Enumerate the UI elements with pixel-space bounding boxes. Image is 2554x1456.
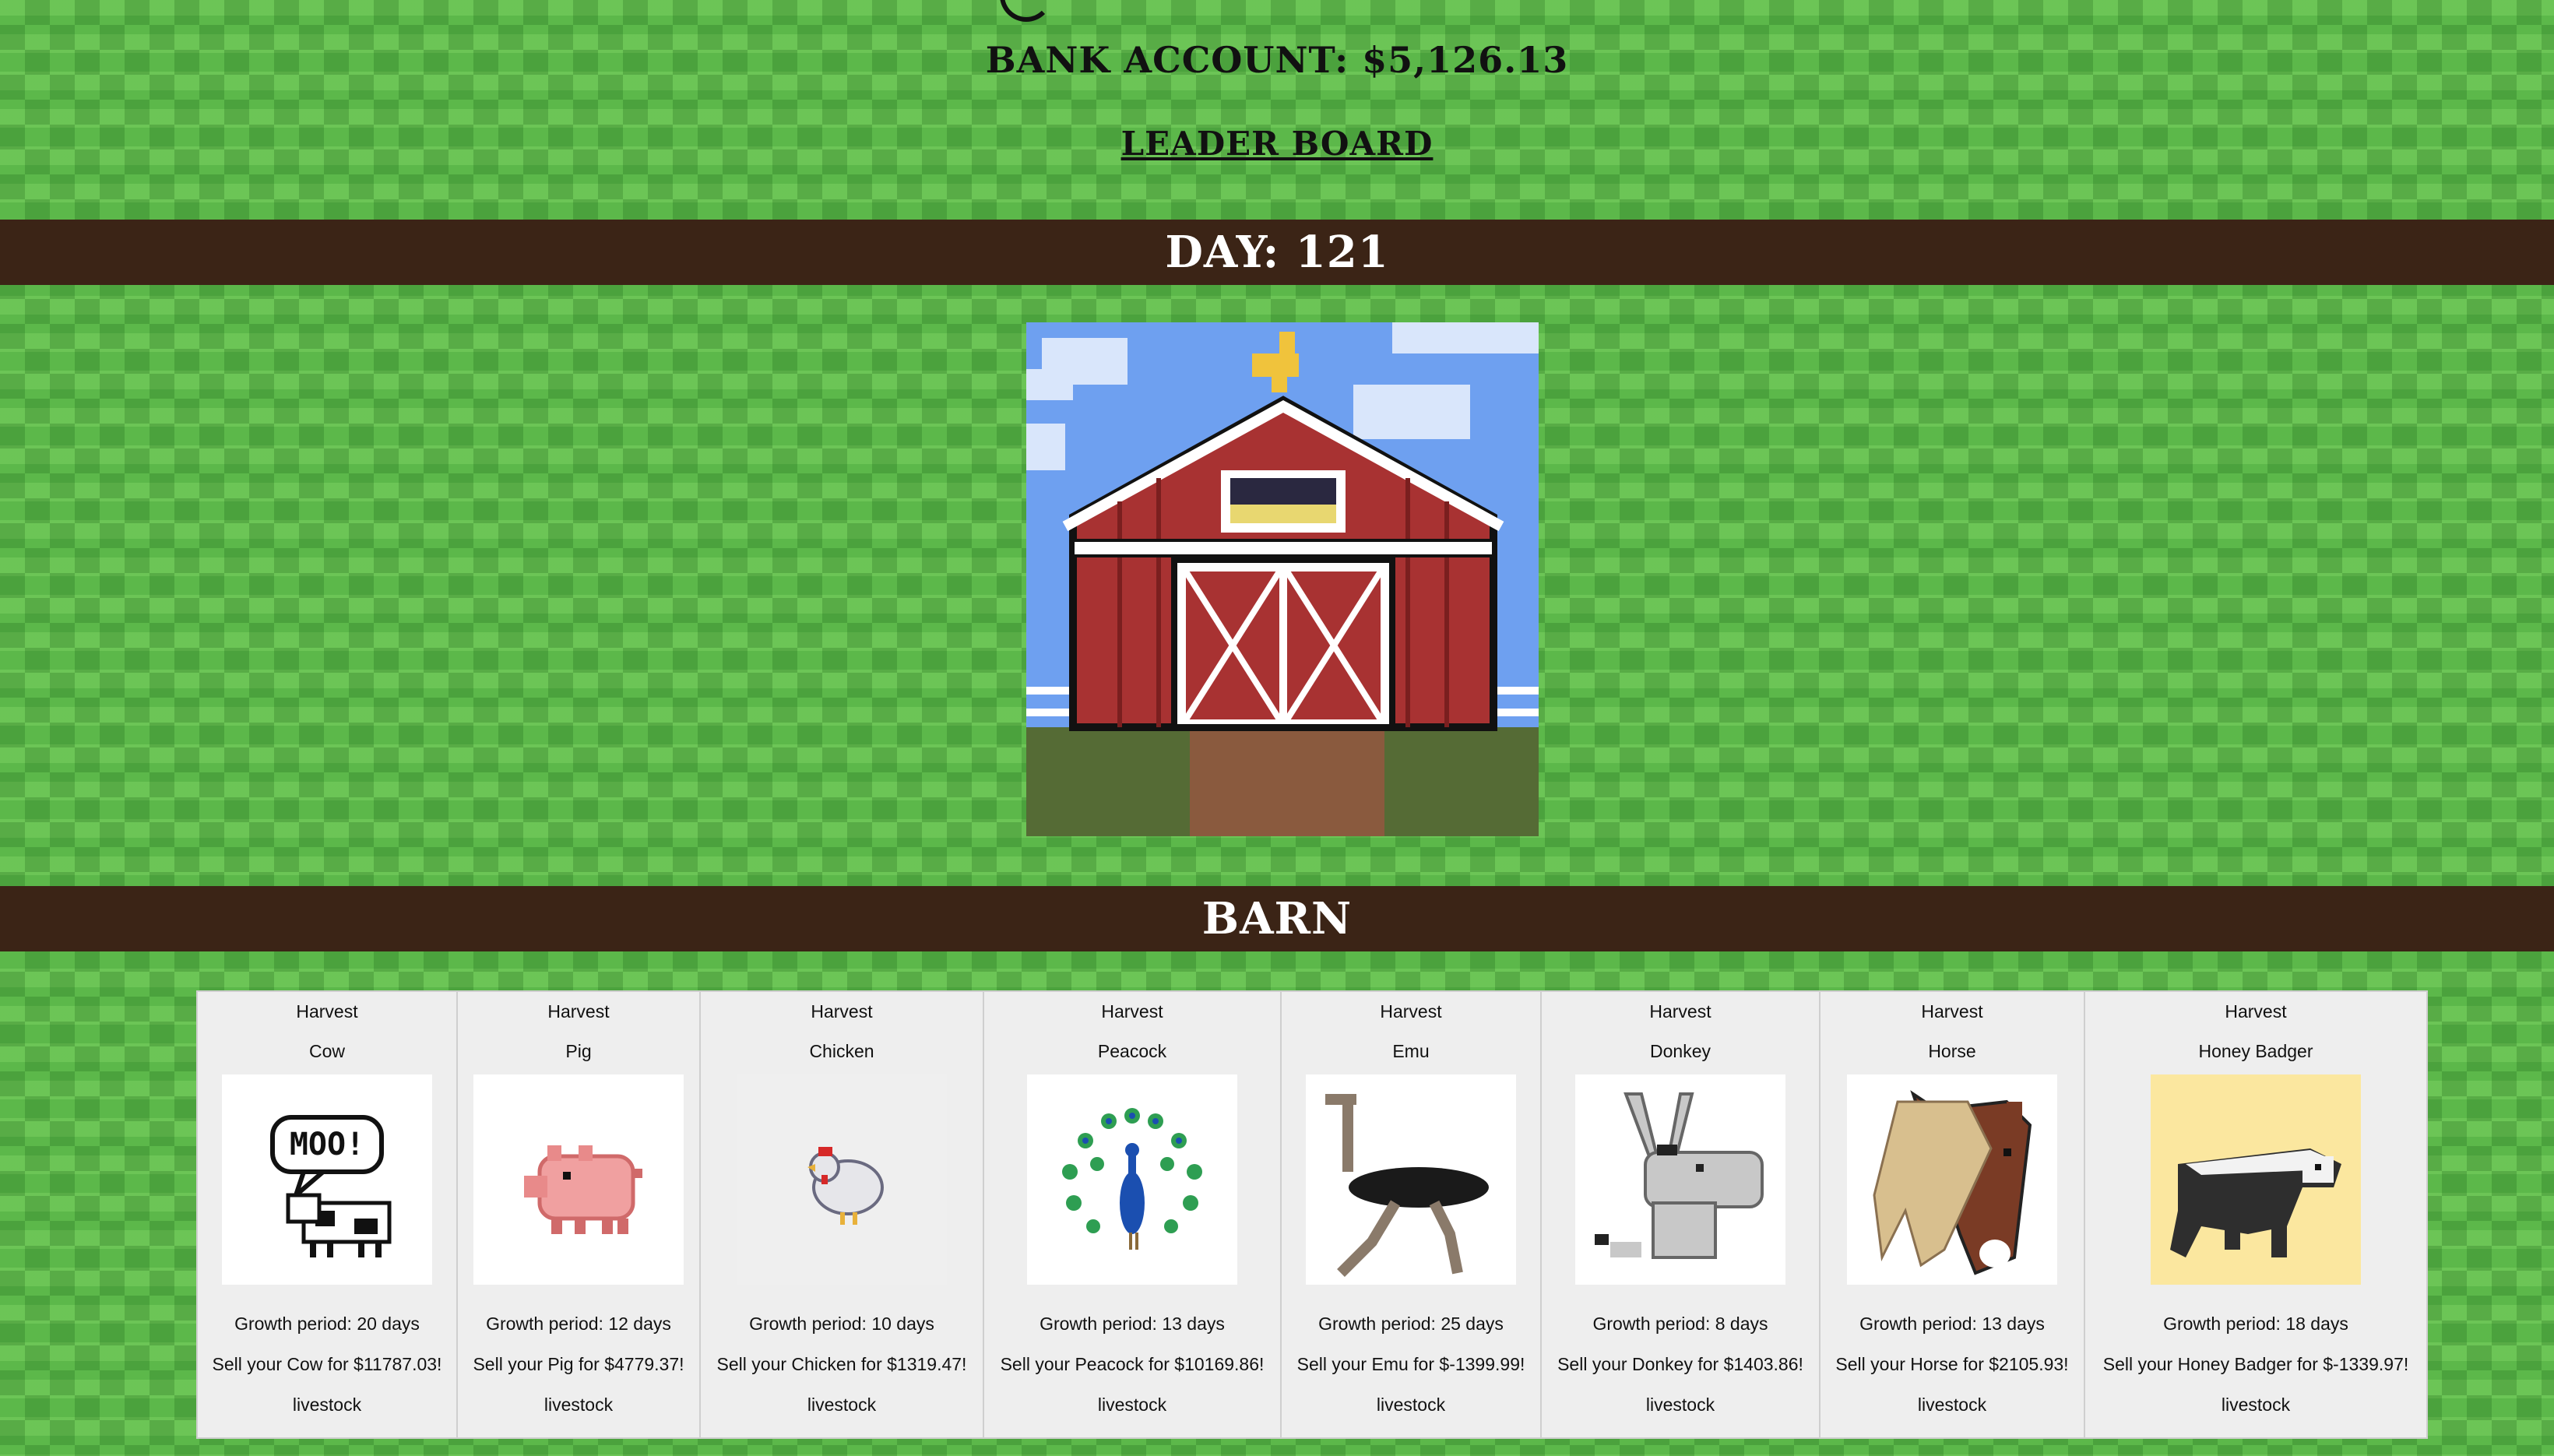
animal-type: livestock [544, 1394, 614, 1415]
growth-period: Growth period: 18 days [2163, 1314, 2348, 1334]
peacock-icon [1027, 1074, 1237, 1285]
growth-period: Growth period: 25 days [1318, 1314, 1504, 1334]
animal-name: Emu [1392, 1041, 1430, 1061]
barn-bar: BARN [0, 886, 2554, 951]
animal-name: Cow [308, 1041, 345, 1061]
harvest-button[interactable]: Harvest [1380, 997, 1441, 1036]
animal-card-horse: Harvest Horse Growth period: 13 days Sel… [1821, 992, 2085, 1437]
harvest-button[interactable]: Harvest [1101, 997, 1163, 1036]
animal-name: Chicken [809, 1041, 874, 1061]
logo-fragment [1000, 0, 1053, 22]
animal-type: livestock [292, 1394, 362, 1415]
honey-badger-icon [2151, 1074, 2361, 1285]
animal-card-chicken: Harvest Chicken Growth period: 10 days S… [701, 992, 984, 1437]
animal-name: Pig [565, 1041, 592, 1061]
animal-card-cow: Harvest Cow MOO! Growth period: 20 days … [198, 992, 458, 1437]
animal-card-emu: Harvest Emu Growth period: 25 days Sell … [1282, 992, 1542, 1437]
animal-card-peacock: Harvest Peacock Growth period: 13 days S… [984, 992, 1282, 1437]
emu-icon [1306, 1074, 1516, 1285]
harvest-button[interactable]: Harvest [1649, 997, 1711, 1036]
sell-offer: Sell your Peacock for $10169.86! [1000, 1354, 1265, 1374]
animal-type: livestock [1917, 1394, 1987, 1415]
harvest-button[interactable]: Harvest [547, 997, 609, 1036]
animal-type: livestock [1097, 1394, 1167, 1415]
chicken-icon [737, 1074, 947, 1285]
donkey-icon [1575, 1074, 1785, 1285]
sell-offer: Sell your Donkey for $1403.86! [1557, 1354, 1803, 1374]
pig-icon [473, 1074, 684, 1285]
cow-moo-icon: MOO! [222, 1074, 432, 1285]
barn-title: BARN [1201, 893, 1353, 944]
harvest-button[interactable]: Harvest [2225, 997, 2286, 1036]
animal-name: Peacock [1097, 1041, 1167, 1061]
bank-account: BANK ACCOUNT: $5,126.13 [0, 39, 2554, 81]
animal-type: livestock [807, 1394, 877, 1415]
animal-card-pig: Harvest Pig Growth period: 12 days Sell … [458, 992, 701, 1437]
growth-period: Growth period: 8 days [1592, 1314, 1768, 1334]
sell-offer: Sell your Chicken for $1319.47! [716, 1354, 967, 1374]
animal-name: Honey Badger [2198, 1041, 2313, 1061]
day-label: DAY: [1165, 227, 1280, 278]
day-value: 121 [1295, 227, 1389, 278]
bank-account-value: $5,126.13 [1362, 39, 1569, 81]
growth-period: Growth period: 13 days [1040, 1314, 1225, 1334]
growth-period: Growth period: 20 days [234, 1314, 420, 1334]
sell-offer: Sell your Honey Badger for $-1339.97! [2102, 1354, 2409, 1374]
growth-period: Growth period: 13 days [1859, 1314, 2045, 1334]
harvest-button[interactable]: Harvest [1921, 997, 1982, 1036]
barn-scene-image [1026, 322, 1539, 836]
sell-offer: Sell your Pig for $4779.37! [473, 1354, 684, 1374]
animal-card-honey-badger: Harvest Honey Badger Growth period: 18 d… [2085, 992, 2426, 1437]
harvest-button[interactable]: Harvest [296, 997, 357, 1036]
day-bar: DAY: 121 [0, 220, 2554, 285]
leaderboard-link-wrapper: LEADER BOARD [0, 125, 2554, 163]
sell-offer: Sell your Emu for $-1399.99! [1296, 1354, 1525, 1374]
animal-type: livestock [2221, 1394, 2291, 1415]
animal-name: Donkey [1650, 1041, 1711, 1061]
leaderboard-link[interactable]: LEADER BOARD [1121, 125, 1434, 163]
bank-account-label: BANK ACCOUNT: [985, 39, 1349, 81]
svg-text:MOO!: MOO! [290, 1127, 364, 1162]
growth-period: Growth period: 12 days [486, 1314, 671, 1334]
animal-type: livestock [1376, 1394, 1446, 1415]
barn-animal-grid: Harvest Cow MOO! Growth period: 20 days … [196, 990, 2428, 1439]
animal-name: Horse [1928, 1041, 1976, 1061]
sell-offer: Sell your Horse for $2105.93! [1835, 1354, 2069, 1374]
animal-type: livestock [1645, 1394, 1715, 1415]
harvest-button[interactable]: Harvest [811, 997, 872, 1036]
growth-period: Growth period: 10 days [749, 1314, 934, 1334]
animal-card-donkey: Harvest Donkey Growth period: 8 days Sel… [1542, 992, 1821, 1437]
horse-icon [1847, 1074, 2057, 1285]
sell-offer: Sell your Cow for $11787.03! [212, 1354, 442, 1374]
